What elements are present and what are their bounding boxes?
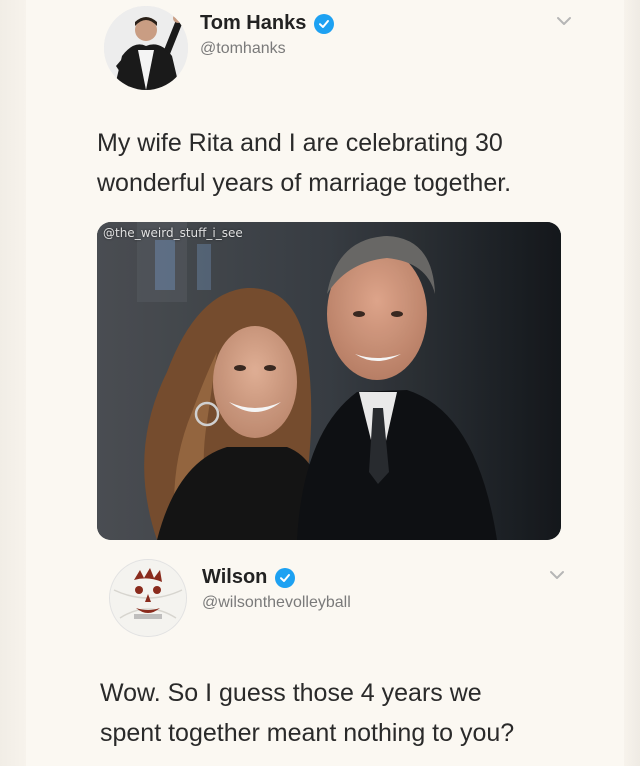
- chevron-down-icon[interactable]: [548, 566, 566, 584]
- avatar[interactable]: [110, 560, 186, 636]
- avatar-image: [104, 6, 188, 90]
- display-name-text[interactable]: Wilson: [202, 566, 267, 589]
- tweet-text-line-1: My wife Rita and I are celebrating 30: [97, 129, 503, 157]
- photo-watermark: @the_weird_stuff_i_see: [103, 226, 243, 240]
- verified-badge-icon: [314, 13, 335, 34]
- verified-badge-icon: [275, 567, 296, 588]
- photo-image: [97, 222, 561, 540]
- user-handle[interactable]: @tomhanks: [200, 40, 286, 58]
- avatar[interactable]: [104, 6, 188, 90]
- display-name[interactable]: Tom Hanks: [200, 12, 335, 35]
- right-edge-shadow: [624, 0, 640, 766]
- user-handle[interactable]: @wilsonthevolleyball: [202, 594, 351, 612]
- tweet-photo[interactable]: @the_weird_stuff_i_see: [97, 222, 561, 540]
- display-name[interactable]: Wilson: [202, 566, 296, 589]
- avatar-image: [110, 560, 186, 636]
- left-edge-shadow: [0, 0, 26, 766]
- chevron-down-icon[interactable]: [555, 12, 573, 30]
- display-name-text[interactable]: Tom Hanks: [200, 12, 306, 35]
- tweet-text-line-2: wonderful years of marriage together.: [97, 169, 512, 197]
- tweet-text-line-2: spent together meant nothing to you?: [100, 719, 515, 747]
- tweet-text-line-1: Wow. So I guess those 4 years we: [100, 679, 482, 707]
